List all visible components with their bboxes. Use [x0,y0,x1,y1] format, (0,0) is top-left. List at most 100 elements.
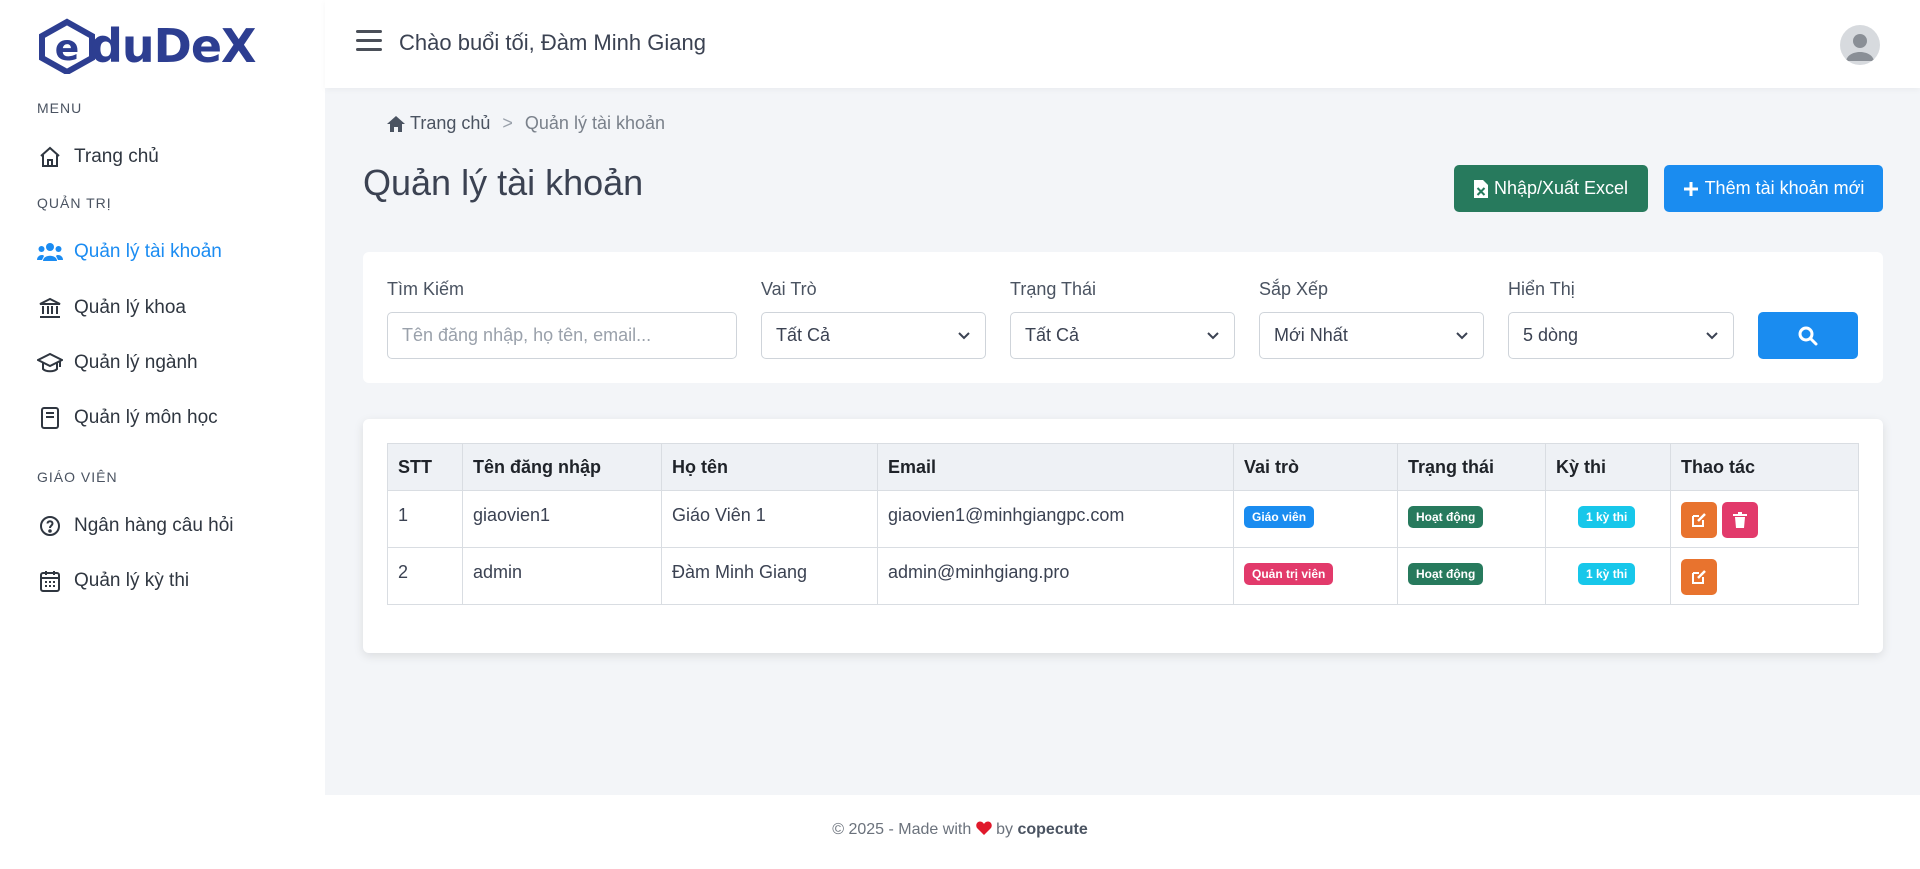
breadcrumb-current: Quản lý tài khoản [524,113,665,133]
sidebar-item-home[interactable]: Trang chủ [36,137,159,177]
accounts-table: STT Tên đăng nhập Họ tên Email Vai trò T… [387,443,1859,605]
breadcrumb-home-label: Trang chủ [410,113,491,133]
role-select[interactable]: Tất Cả [761,312,986,359]
menu-toggle-icon[interactable] [356,30,382,54]
excel-import-export-button[interactable]: Nhập/Xuất Excel [1454,165,1648,212]
footer-by: by [996,821,1014,838]
cell-fullname: Giáo Viên 1 [661,490,878,548]
status-badge: Hoạt động [1408,506,1484,528]
heart-icon [975,821,992,835]
status-badge: Hoạt động [1408,563,1484,585]
excel-button-label: Nhập/Xuất Excel [1493,178,1629,198]
chevron-down-icon [1207,332,1219,340]
col-header: Họ tên [661,443,878,491]
sidebar-item-label: Ngân hàng câu hỏi [74,515,234,536]
table-row: 2 admin Đàm Minh Giang admin@minhgiang.p… [387,547,1859,605]
sidebar-item-label: Quản lý khoa [74,297,186,318]
sort-select-value: Mới Nhất [1274,325,1348,345]
col-header: Email [877,443,1234,491]
role-badge: Quản trị viên [1244,563,1334,585]
sidebar-item-accounts[interactable]: Quản lý tài khoản [36,232,222,272]
cell-actions [1670,547,1859,605]
graduation-cap-icon [36,349,64,377]
add-account-button[interactable]: Thêm tài khoản mới [1664,165,1883,212]
book-icon [36,404,64,432]
topbar: Chào buổi tối, Đàm Minh Giang [325,0,1920,88]
plus-icon [1683,181,1699,197]
file-excel-icon [1473,179,1488,198]
footer-text: © 2025 - Made with by copecute [0,821,1920,839]
col-header: Thao tác [1670,443,1859,491]
sidebar: e duDeX MENU Trang chủ QUẢN TRỊ Quản lý … [0,0,325,795]
sort-select[interactable]: Mới Nhất [1259,312,1484,359]
logo-mark-icon: e [39,18,95,74]
nav-section-teacher: GIÁO VIÊN [37,469,118,485]
footer-author[interactable]: copecute [1017,821,1087,838]
search-button[interactable] [1758,312,1858,359]
edit-button[interactable] [1681,559,1717,595]
role-label: Vai Trò [761,279,817,299]
cell-username: giaovien1 [462,490,662,548]
sidebar-item-label: Quản lý môn học [74,407,218,428]
bank-icon [36,294,64,322]
filter-card: Tìm Kiếm Tên đăng nhập, họ tên, email...… [363,252,1883,383]
svg-text:e: e [55,28,79,69]
status-select[interactable]: Tất Cả [1010,312,1235,359]
cell-email: giaovien1@minhgiangpc.com [877,490,1234,548]
logo[interactable]: e duDeX [38,18,257,74]
breadcrumb-separator: > [502,113,513,133]
display-select-value: 5 dòng [1523,325,1579,345]
table-row: 1 giaovien1 Giáo Viên 1 giaovien1@minhgi… [387,490,1859,548]
sidebar-item-subjects[interactable]: Quản lý môn học [36,398,218,438]
role-select-value: Tất Cả [776,325,831,345]
accounts-table-card: STT Tên đăng nhập Họ tên Email Vai trò T… [363,419,1883,653]
status-select-value: Tất Cả [1025,325,1080,345]
cell-exams: 1 kỳ thi [1545,490,1671,548]
col-header: STT [387,443,463,491]
add-button-label: Thêm tài khoản mới [1704,178,1865,198]
edit-icon [1692,513,1706,527]
cell-username: admin [462,547,662,605]
cell-role: Quản trị viên [1233,547,1398,605]
footer-prefix: © 2025 - Made with [832,821,972,838]
sidebar-item-label: Quản lý tài khoản [74,241,222,262]
cell-stt: 2 [387,547,463,605]
col-header: Kỳ thi [1545,443,1671,491]
logo-text: duDeX [90,19,257,73]
search-icon [1798,326,1818,345]
page-title: Quản lý tài khoản [363,162,644,203]
sidebar-item-question-bank[interactable]: Ngân hàng câu hỏi [36,506,234,546]
sidebar-item-label: Quản lý kỳ thi [74,570,190,591]
exam-count-badge: 1 kỳ thi [1578,563,1636,585]
cell-exams: 1 kỳ thi [1545,547,1671,605]
sidebar-item-exams[interactable]: Quản lý kỳ thi [36,561,189,601]
cell-status: Hoạt động [1397,490,1546,548]
avatar[interactable] [1840,25,1880,65]
home-icon [387,115,405,132]
search-input[interactable]: Tên đăng nhập, họ tên, email... [387,312,737,359]
sidebar-item-majors[interactable]: Quản lý ngành [36,343,198,383]
display-select[interactable]: 5 dòng [1508,312,1734,359]
users-icon [36,238,64,266]
edit-icon [1692,570,1706,584]
table-header-row: STT Tên đăng nhập Họ tên Email Vai trò T… [387,443,1859,491]
sidebar-item-label: Quản lý ngành [74,352,198,373]
sidebar-item-faculty[interactable]: Quản lý khoa [36,288,186,328]
breadcrumb-home[interactable]: Trang chủ [386,113,490,134]
delete-button[interactable] [1722,502,1758,538]
col-header: Tên đăng nhập [462,443,662,491]
breadcrumb: Trang chủ > Quản lý tài khoản [386,113,665,134]
status-label: Trạng Thái [1010,279,1097,299]
nav-section-admin: QUẢN TRỊ [37,195,112,211]
nav-section-menu: MENU [37,100,83,116]
search-label: Tìm Kiếm [387,279,465,299]
home-icon [36,143,64,171]
sidebar-item-label: Trang chủ [74,146,159,167]
edit-button[interactable] [1681,502,1717,538]
display-label: Hiển Thị [1508,279,1575,299]
cell-actions [1670,490,1859,548]
user-icon [1846,34,1874,61]
cell-role: Giáo viên [1233,490,1398,548]
footer: © 2025 - Made with by copecute [0,795,1920,869]
cell-stt: 1 [387,490,463,548]
